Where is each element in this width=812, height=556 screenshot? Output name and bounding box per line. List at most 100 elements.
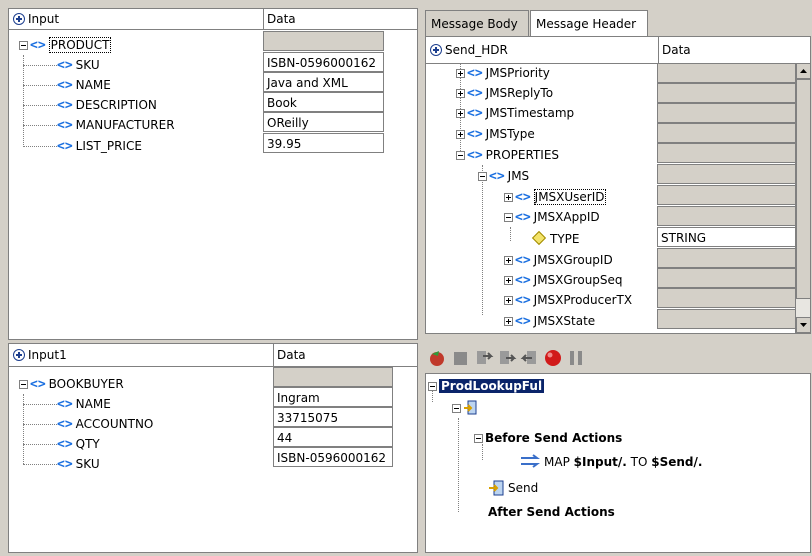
tree-node-jmsxstate[interactable]: <> JMSXState xyxy=(504,311,595,331)
stop-icon[interactable] xyxy=(451,348,471,368)
data-cell[interactable] xyxy=(657,83,797,103)
data-cell xyxy=(273,367,393,387)
collapse-icon[interactable] xyxy=(19,380,28,389)
data-cell[interactable]: 44 xyxy=(273,427,393,447)
tree-node-jmsxgroupseq[interactable]: <> JMSXGroupSeq xyxy=(504,270,623,290)
tree-node-jmsxgroupid[interactable]: <> JMSXGroupID xyxy=(504,250,613,270)
data-cell[interactable] xyxy=(657,123,797,143)
send-hdr-header[interactable]: Send_HDR Data xyxy=(426,37,810,64)
data-cell[interactable] xyxy=(657,309,797,329)
expand-node-icon[interactable] xyxy=(504,296,513,305)
element-icon: <> xyxy=(467,127,483,142)
collapse-icon[interactable] xyxy=(456,151,465,160)
data-cell[interactable]: 39.95 xyxy=(263,133,384,153)
collapse-icon[interactable] xyxy=(452,404,461,413)
expand-icon[interactable] xyxy=(13,349,25,361)
tree-node-type[interactable]: TYPE xyxy=(526,229,579,249)
data-cell[interactable] xyxy=(657,206,797,226)
rules-panel: ProdLookupFul Before Send Actions MAP $I… xyxy=(425,373,811,553)
data-cell[interactable] xyxy=(657,164,797,184)
send-node-icon xyxy=(463,400,477,416)
expand-node-icon[interactable] xyxy=(504,317,513,326)
breakpoint-icon[interactable] xyxy=(543,348,563,368)
tree-node-bookbuyer[interactable]: <> BOOKBUYER xyxy=(19,374,124,394)
data-cell[interactable]: STRING xyxy=(657,227,797,247)
expand-node-icon[interactable] xyxy=(456,89,465,98)
expand-node-icon[interactable] xyxy=(456,130,465,139)
data-cell[interactable] xyxy=(657,103,797,123)
rule-root[interactable]: ProdLookupFul xyxy=(428,376,545,396)
step-out-icon[interactable] xyxy=(520,348,540,368)
collapse-icon[interactable] xyxy=(478,172,487,181)
input-header[interactable]: Input Data xyxy=(9,9,417,30)
data-cell[interactable] xyxy=(657,288,797,308)
data-cell[interactable]: Java and XML xyxy=(263,72,384,92)
element-icon: <> xyxy=(30,38,46,53)
collapse-icon[interactable] xyxy=(428,382,437,391)
collapse-icon[interactable] xyxy=(474,434,483,443)
rule-root-label: ProdLookupFul xyxy=(439,379,545,393)
tree-node-jmsxuserid[interactable]: <> JMSXUserID xyxy=(504,187,606,207)
map-action[interactable]: MAP $Input/. TO $Send/. xyxy=(520,452,702,472)
scroll-thumb[interactable] xyxy=(796,79,810,299)
tree-node-jmsxappid[interactable]: <> JMSXAppID xyxy=(504,207,600,227)
collapse-icon[interactable] xyxy=(19,41,28,50)
data-cell[interactable]: ISBN-0596000162 xyxy=(263,52,384,72)
tree-node-jmstype[interactable]: <> JMSType xyxy=(456,124,535,144)
tree-node-jmstimestamp[interactable]: <> JMSTimestamp xyxy=(456,103,574,123)
tree-node-sku[interactable]: <> SKU xyxy=(57,454,100,474)
expand-node-icon[interactable] xyxy=(504,256,513,265)
data-cell[interactable] xyxy=(657,248,797,268)
pause-icon[interactable] xyxy=(566,348,586,368)
tree-node-jmsxproducertx[interactable]: <> JMSXProducerTX xyxy=(504,290,658,310)
element-icon: <> xyxy=(57,139,73,154)
input1-header[interactable]: Input1 Data xyxy=(9,344,417,367)
tree-node-name[interactable]: <> NAME xyxy=(57,394,111,414)
collapse-icon[interactable] xyxy=(504,213,513,222)
tab-message-header[interactable]: Message Header xyxy=(530,10,648,36)
expand-icon[interactable] xyxy=(13,13,25,25)
after-send-actions[interactable]: After Send Actions xyxy=(488,502,615,522)
expand-node-icon[interactable] xyxy=(504,193,513,202)
input-header-name: Input xyxy=(28,12,60,26)
tree-node-jmspriority[interactable]: <> JMSPriority xyxy=(456,63,550,83)
step-over-icon[interactable] xyxy=(497,348,517,368)
expand-node-icon[interactable] xyxy=(504,276,513,285)
tree-node-description[interactable]: <> DESCRIPTION xyxy=(57,95,157,115)
data-cell[interactable]: Book xyxy=(263,92,384,112)
tree-node-jms[interactable]: <> JMS xyxy=(478,166,529,186)
step-into-icon[interactable] xyxy=(474,348,494,368)
scroll-up-button[interactable] xyxy=(796,63,810,79)
data-cell[interactable] xyxy=(657,185,797,205)
element-icon: <> xyxy=(515,314,531,329)
tree-node-accountno[interactable]: <> ACCOUNTNO xyxy=(57,414,153,434)
element-icon: <> xyxy=(57,58,73,73)
vertical-scrollbar[interactable] xyxy=(795,63,810,333)
tree-node-list-price[interactable]: <> LIST_PRICE xyxy=(57,136,142,156)
scroll-down-button[interactable] xyxy=(796,317,810,333)
expand-node-icon[interactable] xyxy=(456,109,465,118)
send-action[interactable]: Send xyxy=(488,478,538,498)
before-send-actions[interactable]: Before Send Actions xyxy=(474,428,622,448)
tree-node-name[interactable]: <> NAME xyxy=(57,75,111,95)
data-cell[interactable]: OReilly xyxy=(263,112,384,132)
element-icon: <> xyxy=(467,66,483,81)
expand-node-icon[interactable] xyxy=(456,69,465,78)
tree-node-properties[interactable]: <> PROPERTIES xyxy=(456,145,559,165)
tree-node-product[interactable]: <> PRODUCT xyxy=(19,35,112,55)
data-cell[interactable]: Ingram xyxy=(273,387,393,407)
tree-node-jmsreplyto[interactable]: <> JMSReplyTo xyxy=(456,83,553,103)
data-cell[interactable] xyxy=(657,268,797,288)
tab-message-body[interactable]: Message Body xyxy=(425,10,529,36)
data-cell[interactable] xyxy=(657,63,797,83)
tree-node-qty[interactable]: <> QTY xyxy=(57,434,100,454)
expand-icon[interactable] xyxy=(430,44,442,56)
data-cell[interactable] xyxy=(657,143,797,163)
add-rule-icon[interactable] xyxy=(427,348,447,368)
tree-node-sku[interactable]: <> SKU xyxy=(57,55,100,75)
element-icon: <> xyxy=(515,210,531,225)
tree-node-manufacturer[interactable]: <> MANUFACTURER xyxy=(57,115,175,135)
rule-send-node[interactable] xyxy=(452,398,477,418)
data-cell[interactable]: 33715075 xyxy=(273,407,393,427)
data-cell[interactable]: ISBN-0596000162 xyxy=(273,447,393,467)
